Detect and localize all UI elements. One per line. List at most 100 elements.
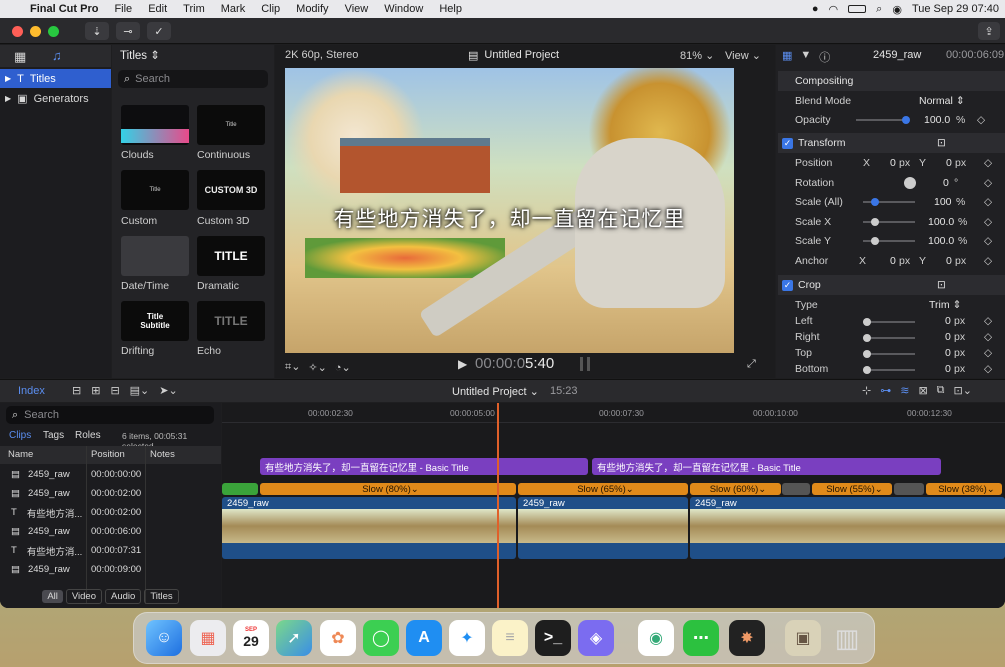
video-clip[interactable]: 2459_raw (690, 497, 1005, 559)
speed-bar[interactable]: Slow (65%) ⌄ (518, 483, 688, 495)
tile-drifting-thumb[interactable]: Title Subtitle (121, 301, 189, 341)
slider-knob[interactable] (871, 198, 879, 206)
browser-search-field[interactable]: ⌕ Search (118, 70, 268, 88)
insert-clip-icon[interactable]: ⊞ (91, 384, 100, 397)
video-frame[interactable]: 有些地方消失了，却一直留在记忆里 (285, 68, 734, 353)
crop-bottom-value[interactable]: 0 (945, 363, 951, 375)
crop-top-slider[interactable] (863, 350, 915, 358)
keyframe-icon[interactable]: ◇ (984, 177, 992, 189)
keyframe-icon[interactable]: ◇ (984, 196, 992, 208)
video-inspector-icon[interactable]: ▦ (782, 49, 792, 65)
column-name[interactable]: Name (8, 449, 33, 460)
timeline-project-popup[interactable]: Untitled Project ⌄ (452, 385, 539, 398)
slider-knob[interactable] (863, 318, 871, 326)
scale-x-value[interactable]: 100.0 (928, 216, 954, 228)
keyframe-icon[interactable]: ◇ (984, 363, 992, 375)
slider-knob[interactable] (871, 218, 879, 226)
slider-knob[interactable] (863, 366, 871, 374)
video-clip[interactable]: 2459_raw (222, 497, 516, 559)
tile-custom-thumb[interactable]: Title (121, 170, 189, 210)
anchor-x-value[interactable]: 0 (890, 255, 896, 267)
crop-bottom-slider[interactable] (863, 366, 915, 374)
title-clip[interactable]: 有些地方消失了，却一直留在记忆里 - Basic Title (592, 458, 941, 475)
position-x-value[interactable]: 0 (890, 157, 896, 169)
search-status-icon[interactable]: ⌕ (876, 3, 882, 16)
speed-bar[interactable]: Slow (38%) ⌄ (926, 483, 1002, 495)
table-row[interactable]: T 有些地方消... 00:00:02:00 (0, 503, 220, 522)
column-position[interactable]: Position (91, 449, 125, 460)
keyframe-icon[interactable]: ◇ (984, 235, 992, 247)
scale-y-slider[interactable] (863, 237, 915, 245)
speed-icon[interactable]: ◔⌄ (335, 361, 351, 374)
tab-clips[interactable]: Clips (9, 430, 31, 441)
image-preview-icon[interactable]: ▣ (785, 620, 821, 656)
crop-left-value[interactable]: 0 (945, 315, 951, 327)
audio-skimming-icon[interactable]: ⊶ (880, 384, 891, 397)
snapping-icon[interactable]: ⊠ (918, 384, 927, 397)
menu-edit[interactable]: Edit (140, 3, 175, 15)
speed-bar[interactable]: Slow (60%) ⌄ (690, 483, 781, 495)
messages-icon[interactable]: ◯ (363, 620, 399, 656)
filter-all[interactable]: All (42, 590, 63, 603)
append-clip-icon[interactable]: ⊟ (110, 384, 119, 397)
index-button[interactable]: Index (18, 385, 45, 397)
slider-knob[interactable] (871, 237, 879, 245)
photos-music-icon[interactable]: ♫ (52, 48, 62, 63)
magic-wand-icon[interactable]: ✧⌄ (308, 361, 326, 374)
rotation-value[interactable]: 0 (943, 177, 949, 189)
trash-icon[interactable]: ▥ (829, 620, 865, 656)
tab-tags[interactable]: Tags (43, 430, 64, 441)
transform-section[interactable]: ✓ Transform ⊡ (778, 133, 1005, 153)
transform-onscreen-icon[interactable]: ⊡ (937, 137, 946, 149)
blend-mode-popup[interactable]: Normal ⇕ (919, 95, 965, 107)
opacity-slider[interactable] (856, 116, 910, 124)
tile-clouds-thumb[interactable] (121, 105, 189, 145)
connect-clip-icon[interactable]: ⊟ (72, 384, 81, 397)
menu-view[interactable]: View (337, 3, 377, 15)
sidebar-item-generators[interactable]: ▶ ▣ Generators (0, 89, 111, 108)
video-clip[interactable]: 2459_raw (518, 497, 688, 559)
app-store-icon[interactable]: A (406, 620, 442, 656)
timeline-ruler[interactable]: 00:00:02:30 00:00:05:00 00:00:07:30 00:0… (222, 403, 1005, 423)
menu-file[interactable]: File (106, 3, 140, 15)
final-cut-pro-icon[interactable]: ✸ (729, 620, 765, 656)
menu-trim[interactable]: Trim (175, 3, 213, 15)
keyframe-icon[interactable]: ◇ (984, 331, 992, 343)
filter-video[interactable]: Video (65, 589, 103, 604)
scale-all-slider[interactable] (863, 198, 915, 206)
slider-knob[interactable] (902, 116, 910, 124)
close-button[interactable] (12, 26, 23, 37)
scale-y-value[interactable]: 100.0 (928, 235, 954, 247)
timeline[interactable]: 00:00:02:30 00:00:05:00 00:00:07:30 00:0… (222, 403, 1005, 608)
safari-icon[interactable]: ✦ (449, 620, 485, 656)
overwrite-clip-icon[interactable]: ▤⌄ (130, 384, 150, 397)
keyframe-icon[interactable]: ◇ (977, 114, 985, 126)
wechat-status-icon[interactable]: ● (812, 3, 819, 15)
tile-custom3d-thumb[interactable]: CUSTOM 3D (197, 170, 265, 210)
table-row[interactable]: T 有些地方消... 00:00:07:31 (0, 541, 220, 560)
title-clip[interactable]: 有些地方消失了，却一直留在记忆里 - Basic Title (260, 458, 588, 475)
keyframe-icon[interactable]: ◇ (984, 315, 992, 327)
filter-audio[interactable]: Audio (105, 589, 142, 604)
keyframe-icon[interactable]: ◇ (984, 216, 992, 228)
keyframe-icon[interactable]: ◇ (984, 347, 992, 359)
select-tool-icon[interactable]: ➤⌄ (159, 384, 177, 397)
position-y-value[interactable]: 0 (946, 157, 952, 169)
minimize-button[interactable] (30, 26, 41, 37)
slider-knob[interactable] (863, 350, 871, 358)
crop-tool-icon[interactable]: ⌗⌄ (285, 360, 300, 374)
zoom-popup[interactable]: 81% ⌄ (680, 49, 714, 62)
menu-help[interactable]: Help (431, 3, 470, 15)
scale-x-slider[interactable] (863, 218, 915, 226)
table-row[interactable]: ▤ 2459_raw 00:00:02:00 (0, 484, 220, 503)
crop-onscreen-icon[interactable]: ⊡ (937, 279, 946, 291)
wifi-icon[interactable]: ◠ (829, 3, 839, 16)
tile-continuous-thumb[interactable]: Title (197, 105, 265, 145)
filter-inspector-icon[interactable]: ▼ (800, 49, 811, 65)
notes-icon[interactable]: ≡ (492, 620, 528, 656)
playhead[interactable] (497, 403, 499, 608)
table-row[interactable]: ▤ 2459_raw 00:00:00:00 (0, 465, 220, 484)
menu-window[interactable]: Window (376, 3, 431, 15)
control-center-icon[interactable]: ◉ (892, 3, 902, 16)
rotation-dial[interactable] (904, 177, 916, 189)
